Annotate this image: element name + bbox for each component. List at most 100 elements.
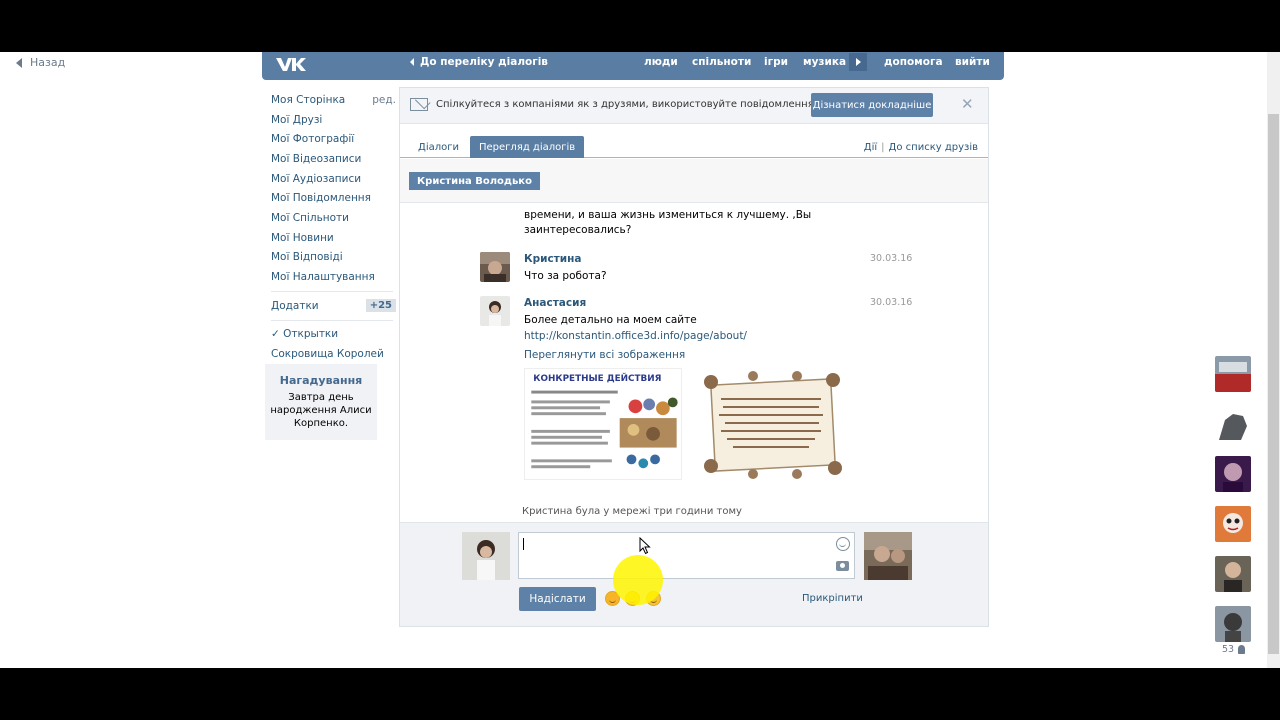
sidebar-item-postcards[interactable]: ✓ Открытки	[271, 325, 396, 345]
sidebar-item-messages[interactable]: Мої Повідомлення	[271, 188, 396, 208]
message-text: Более детально на моем сайте	[524, 314, 697, 326]
sidebar-item-news[interactable]: Мої Новини	[271, 228, 396, 248]
sidebar-item-label: Мої Друзі	[271, 113, 323, 126]
send-button[interactable]: Надіслати	[519, 587, 596, 611]
sidebar-item-label: ✓ Открытки	[271, 328, 339, 341]
sidebar-item-replies[interactable]: Мої Відповіді	[271, 248, 396, 268]
sidebar-item-label: Мої Аудіозаписи	[271, 172, 362, 185]
close-icon[interactable]: ✕	[961, 95, 974, 113]
nav-communities[interactable]: спільноти	[692, 56, 751, 68]
sidebar-item-apps[interactable]: Додатки +25	[271, 296, 396, 316]
sidebar-item-friends[interactable]: Мої Друзі	[271, 110, 396, 130]
image-caption: КОНКРЕТНЫЕ ДЕЙСТВИЯ	[533, 372, 661, 384]
friend-avatar[interactable]	[1215, 456, 1251, 492]
edit-link[interactable]: ред.	[372, 94, 396, 106]
sidebar-item-label: Мої Фотографії	[271, 133, 355, 146]
online-friends-column	[1215, 356, 1251, 656]
sidebar-item-label: Мої Спільноти	[271, 211, 349, 224]
sidebar-item-label: Моя Сторінка	[271, 93, 346, 106]
nav-help[interactable]: допомога	[884, 56, 943, 68]
vk-logo-icon[interactable]	[274, 54, 308, 74]
message-text: Что за робота?	[524, 270, 607, 282]
top-navbar: До переліку діалогів люди спільноти ігри…	[262, 52, 1004, 80]
nav-logout[interactable]: вийти	[955, 56, 990, 68]
my-avatar[interactable]	[462, 532, 510, 580]
page-scrollbar[interactable]	[1267, 52, 1280, 668]
apps-count-badge: +25	[365, 299, 396, 313]
vk-page: Назад До переліку діалогів люди спільнот…	[0, 52, 1280, 668]
cursor-highlight	[613, 555, 663, 605]
sidebar-item-label: Мої Відеозаписи	[271, 152, 362, 165]
envelope-icon	[410, 98, 428, 111]
sidebar-item-label: Мої Новини	[271, 231, 334, 244]
tab-dialogs[interactable]: Діалоги	[409, 136, 468, 158]
interlocutor-avatar[interactable]	[864, 532, 912, 580]
friend-avatar[interactable]	[1215, 606, 1251, 642]
tab-view-dialogs[interactable]: Перегляд діалогів	[470, 136, 585, 158]
reminder-title: Нагадування	[279, 374, 363, 387]
sender-name[interactable]: Анастасия	[524, 297, 586, 309]
attach-link[interactable]: Прикріпити	[802, 593, 863, 604]
friend-avatar[interactable]	[1215, 356, 1251, 392]
sidebar-item-label: Мої Повідомлення	[271, 192, 371, 205]
attachment-image-scroll[interactable]	[693, 368, 851, 482]
sidebar-divider	[271, 290, 393, 292]
message-body: Более детально на моем сайте http://kons…	[524, 313, 864, 364]
sidebar-item-photos[interactable]: Мої Фотографії	[271, 129, 396, 149]
birthday-reminder: Нагадування Завтра день народження Алиси…	[265, 364, 377, 440]
back-link[interactable]: Назад	[16, 56, 65, 69]
avatar[interactable]	[480, 252, 510, 282]
smile-icon[interactable]	[836, 537, 850, 551]
friends-count: 53	[1222, 644, 1235, 655]
sidebar-item-communities[interactable]: Мої Спільноти	[271, 208, 396, 228]
message-date: 30.03.16	[870, 253, 913, 264]
scrollbar-thumb[interactable]	[1268, 114, 1279, 654]
sidebar-item-settings[interactable]: Мої Налаштування	[271, 267, 396, 287]
message-link[interactable]: http://konstantin.office3d.info/page/abo…	[524, 329, 864, 345]
sidebar-item-audios[interactable]: Мої Аудіозаписи	[271, 169, 396, 189]
nav-people[interactable]: люди	[644, 56, 678, 68]
online-friends-count[interactable]: 53	[1222, 644, 1246, 655]
friend-avatar[interactable]	[1215, 406, 1251, 442]
sender-name[interactable]: Кристина	[524, 253, 581, 265]
participant-chip[interactable]: Кристина Володько	[409, 172, 540, 190]
promo-text: Спілкуйтеся з компаніями як з друзями, в…	[436, 99, 817, 110]
message-continuation: готовы помочь. От вас желание, обучаемос…	[524, 204, 839, 236]
friend-avatar[interactable]	[1215, 506, 1251, 542]
last-seen-status: Кристина була у мережі три години тому	[522, 506, 742, 517]
person-icon	[1238, 645, 1246, 654]
left-sidebar: Моя Сторінка ред. Мої Друзі Мої Фотографі…	[271, 90, 396, 364]
avatar[interactable]	[480, 296, 510, 326]
dialog-tabs: Діалоги Перегляд діалогів Дії | До списку …	[400, 136, 988, 158]
music-play-button[interactable]	[849, 53, 867, 71]
friend-avatar[interactable]	[1215, 556, 1251, 592]
separator: |	[881, 142, 885, 153]
dialog-participants-bar: Кристина Володько	[400, 159, 988, 203]
sidebar-item-label: Додатки	[271, 299, 319, 312]
actions-link[interactable]: Дії	[864, 142, 877, 153]
sidebar-item-my-page[interactable]: Моя Сторінка ред.	[271, 90, 396, 110]
camera-icon[interactable]	[836, 561, 849, 571]
promo-banner: Спілкуйтеся з компаніями як з друзями, в…	[400, 88, 988, 124]
mouse-cursor-icon	[639, 537, 651, 555]
view-all-images-link[interactable]: Переглянути всі зображення	[524, 348, 864, 364]
sidebar-item-treasures[interactable]: Сокровища Королей	[271, 344, 396, 364]
nav-games[interactable]: ігри	[764, 56, 788, 68]
attachment-image-actions[interactable]: КОНКРЕТНЫЕ ДЕЙСТВИЯ	[524, 368, 682, 480]
friends-list-link[interactable]: До списку друзів	[889, 142, 978, 153]
back-label: Назад	[30, 56, 66, 69]
message-input[interactable]	[518, 532, 855, 579]
back-to-dialogs-link[interactable]: До переліку діалогів	[410, 56, 548, 68]
reminder-prefix: Завтра	[288, 392, 329, 403]
nav-music[interactable]: музика	[803, 56, 846, 68]
arrow-left-icon	[16, 57, 22, 68]
play-icon	[855, 58, 861, 66]
sidebar-item-label: Сокровища Королей	[271, 348, 384, 361]
sidebar-divider	[271, 319, 393, 321]
text-caret	[523, 538, 524, 550]
message-history[interactable]: готовы помочь. От вас желание, обучаемос…	[400, 204, 988, 522]
sidebar-item-label: Мої Налаштування	[271, 271, 375, 284]
sidebar-item-videos[interactable]: Мої Відеозаписи	[271, 149, 396, 169]
tab-actions-group: Дії | До списку друзів	[864, 142, 978, 153]
learn-more-button[interactable]: Дізнатися докладніше	[811, 93, 933, 117]
